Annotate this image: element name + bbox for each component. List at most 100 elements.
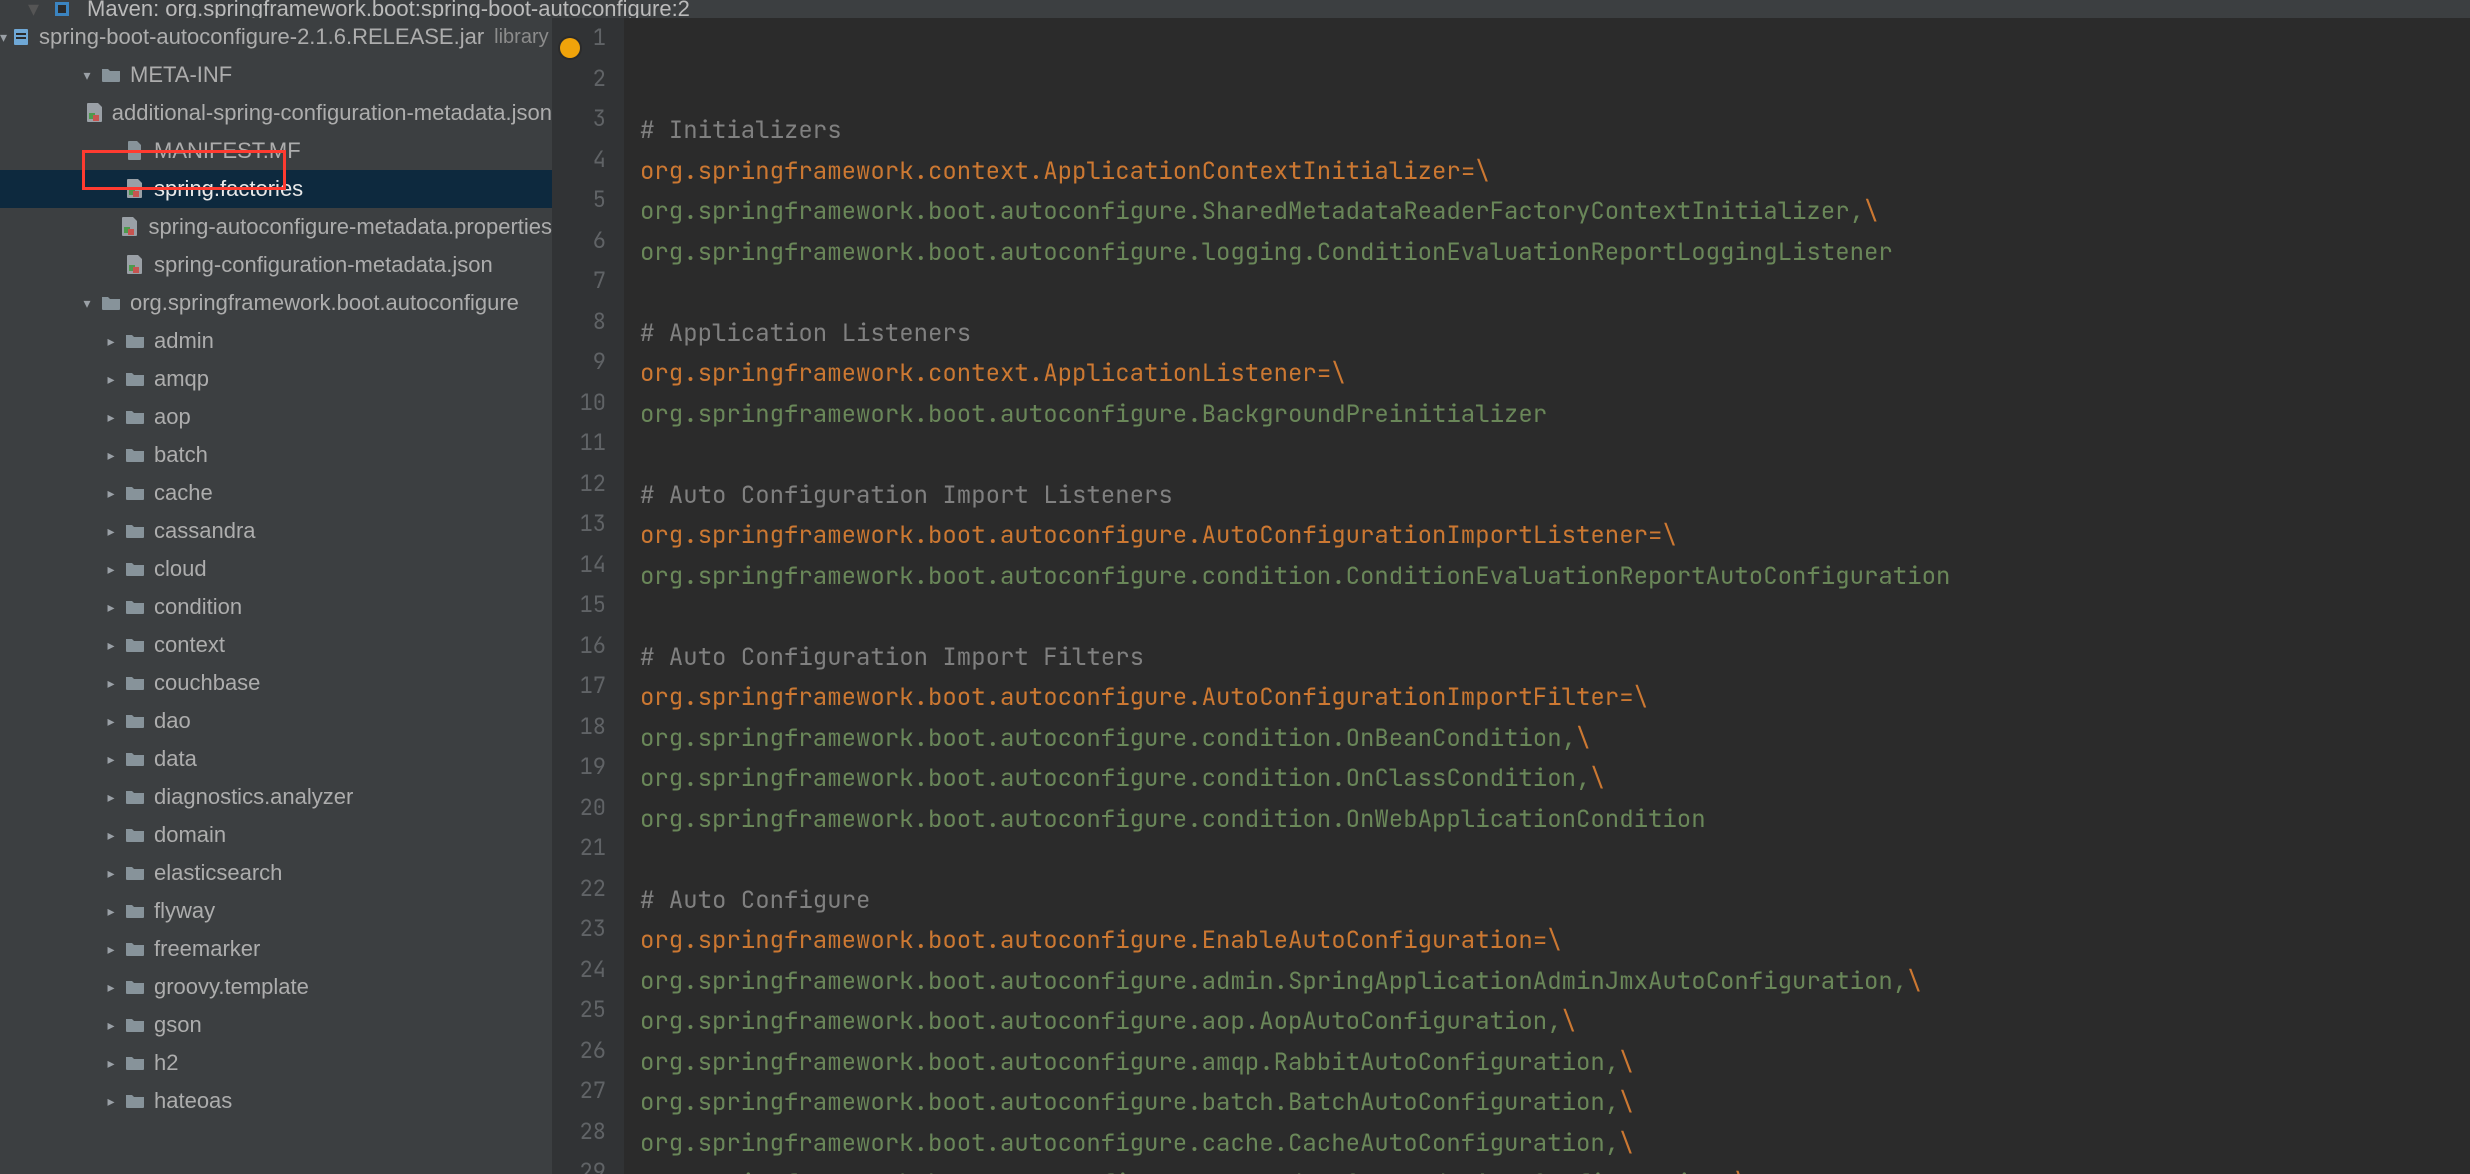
tree-item-hateoas[interactable]: ▸hateoas — [0, 1082, 552, 1120]
code-line[interactable]: org.springframework.boot.autoconfigure.B… — [640, 395, 2470, 436]
line-number: 2 — [552, 59, 624, 100]
code-line[interactable]: # Auto Configuration Import Listeners — [640, 476, 2470, 517]
tree-item-condition[interactable]: ▸condition — [0, 588, 552, 626]
code-line[interactable]: org.springframework.boot.autoconfigure.b… — [640, 1083, 2470, 1124]
tree-item-aop[interactable]: ▸aop — [0, 398, 552, 436]
chevron-right-icon[interactable]: ▸ — [102, 827, 120, 844]
tree-item-additional-spring-configuration-metadata-json[interactable]: additional-spring-configuration-metadata… — [0, 94, 552, 132]
tree-item-org-springframework-boot-autoconfigure[interactable]: ▾org.springframework.boot.autoconfigure — [0, 284, 552, 322]
tree-item-label: cloud — [154, 556, 207, 582]
chevron-right-icon[interactable]: ▸ — [102, 485, 120, 502]
chevron-right-icon[interactable]: ▸ — [102, 1017, 120, 1034]
tree-item-dao[interactable]: ▸dao — [0, 702, 552, 740]
chevron-right-icon[interactable]: ▸ — [102, 637, 120, 654]
code-line[interactable]: org.springframework.boot.autoconfigure.S… — [640, 192, 2470, 233]
code-line[interactable]: org.springframework.boot.autoconfigure.a… — [640, 962, 2470, 1003]
project-tree[interactable]: ▾ spring-boot-autoconfigure-2.1.6.RELEASE… — [0, 18, 552, 1120]
token-cont: \ — [1590, 763, 1604, 794]
code-line[interactable] — [640, 435, 2470, 476]
code-line[interactable] — [640, 273, 2470, 314]
code-line[interactable] — [640, 597, 2470, 638]
chevron-right-icon[interactable]: ▸ — [102, 371, 120, 388]
code-line[interactable]: org.springframework.boot.autoconfigure.c… — [640, 719, 2470, 760]
chevron-right-icon[interactable]: ▸ — [102, 523, 120, 540]
tree-item-flyway[interactable]: ▸flyway — [0, 892, 552, 930]
code-line[interactable]: # Initializers — [640, 111, 2470, 152]
chevron-down-icon[interactable]: ▾ — [0, 29, 7, 46]
tree-item-admin[interactable]: ▸admin — [0, 322, 552, 360]
token-comment: # Auto Configuration Import Filters — [640, 642, 1144, 673]
tree-item-amqp[interactable]: ▸amqp — [0, 360, 552, 398]
chevron-right-icon[interactable]: ▸ — [102, 751, 120, 768]
tree-item-domain[interactable]: ▸domain — [0, 816, 552, 854]
token-cont: \ — [1331, 358, 1345, 389]
code-line[interactable]: # Auto Configuration Import Filters — [640, 638, 2470, 679]
chevron-down-icon[interactable]: ▾ — [78, 67, 96, 84]
chevron-right-icon[interactable]: ▸ — [102, 675, 120, 692]
chevron-right-icon[interactable]: ▸ — [102, 903, 120, 920]
code-line[interactable]: org.springframework.boot.autoconfigure.E… — [640, 921, 2470, 962]
code-line[interactable]: org.springframework.boot.autoconfigure.c… — [640, 800, 2470, 841]
chevron-right-icon[interactable]: ▸ — [102, 561, 120, 578]
token-value: org.springframework.boot.autoconfigure.B… — [640, 399, 1547, 430]
chevron-right-icon[interactable]: ▸ — [102, 1055, 120, 1072]
tree-item-freemarker[interactable]: ▸freemarker — [0, 930, 552, 968]
tree-item-spring-factories[interactable]: spring.factories — [0, 170, 552, 208]
tree-item-meta-inf[interactable]: ▾META-INF — [0, 56, 552, 94]
chevron-right-icon[interactable]: ▸ — [102, 409, 120, 426]
tree-item-spring-autoconfigure-metadata-properties[interactable]: spring-autoconfigure-metadata.properties — [0, 208, 552, 246]
breadcrumb[interactable]: ▾ Maven: org.springframework.boot:spring… — [0, 0, 2470, 18]
tree-item-data[interactable]: ▸data — [0, 740, 552, 778]
tree-item-h2[interactable]: ▸h2 — [0, 1044, 552, 1082]
code-line[interactable]: org.springframework.boot.autoconfigure.l… — [640, 233, 2470, 274]
chevron-right-icon[interactable]: ▸ — [102, 941, 120, 958]
code-line[interactable]: # Application Listeners — [640, 314, 2470, 355]
code-editor[interactable]: 1234567891011121314151617181920212223242… — [552, 18, 2470, 1174]
code-line[interactable]: org.springframework.context.ApplicationC… — [640, 152, 2470, 193]
chevron-right-icon[interactable]: ▸ — [102, 789, 120, 806]
chevron-right-icon[interactable]: ▸ — [102, 979, 120, 996]
chevron-right-icon[interactable]: ▸ — [102, 1093, 120, 1110]
code-line[interactable]: org.springframework.boot.autoconfigure.c… — [640, 1164, 2470, 1174]
tree-item-groovy-template[interactable]: ▸groovy.template — [0, 968, 552, 1006]
line-number: 29 — [552, 1152, 624, 1174]
tree-item-diagnostics-analyzer[interactable]: ▸diagnostics.analyzer — [0, 778, 552, 816]
tree-item-batch[interactable]: ▸batch — [0, 436, 552, 474]
code-line[interactable]: org.springframework.boot.autoconfigure.c… — [640, 1124, 2470, 1165]
token-sep: = — [1619, 682, 1633, 713]
tree-item-label: context — [154, 632, 225, 658]
tree-item-gson[interactable]: ▸gson — [0, 1006, 552, 1044]
code-line[interactable] — [640, 840, 2470, 881]
tree-item-spring-configuration-metadata-json[interactable]: spring-configuration-metadata.json — [0, 246, 552, 284]
code-line[interactable]: org.springframework.boot.autoconfigure.c… — [640, 759, 2470, 800]
chevron-right-icon[interactable]: ▸ — [102, 713, 120, 730]
line-number: 17 — [552, 666, 624, 707]
tree-item-label: cassandra — [154, 518, 256, 544]
tree-item-cloud[interactable]: ▸ cloud — [0, 550, 552, 588]
code-line[interactable]: org.springframework.boot.autoconfigure.a… — [640, 1002, 2470, 1043]
chevron-right-icon[interactable]: ▸ — [102, 865, 120, 882]
chevron-right-icon[interactable]: ▸ — [102, 447, 120, 464]
code-line[interactable]: # Auto Configure — [640, 881, 2470, 922]
token-key: org.springframework.boot.autoconfigure.E… — [640, 925, 1533, 956]
editor-code-area[interactable]: # Initializersorg.springframework.contex… — [624, 18, 2470, 1174]
tree-item-cassandra[interactable]: ▸ cassandra — [0, 512, 552, 550]
code-line[interactable]: org.springframework.boot.autoconfigure.c… — [640, 557, 2470, 598]
tree-item-context[interactable]: ▸ context — [0, 626, 552, 664]
code-line[interactable]: org.springframework.boot.autoconfigure.a… — [640, 1043, 2470, 1084]
file-icon — [124, 140, 146, 162]
tree-item-couchbase[interactable]: ▸couchbase — [0, 664, 552, 702]
code-line[interactable]: org.springframework.boot.autoconfigure.A… — [640, 678, 2470, 719]
tree-item-manifest-mf[interactable]: MANIFEST.MF — [0, 132, 552, 170]
code-line[interactable]: org.springframework.context.ApplicationL… — [640, 354, 2470, 395]
tree-item-elasticsearch[interactable]: ▸elasticsearch — [0, 854, 552, 892]
chevron-right-icon[interactable]: ▸ — [102, 599, 120, 616]
project-tree-panel[interactable]: ▾ spring-boot-autoconfigure-2.1.6.RELEASE… — [0, 18, 552, 1174]
tree-item-label: spring-autoconfigure-metadata.properties — [148, 214, 552, 240]
code-line[interactable]: org.springframework.boot.autoconfigure.A… — [640, 516, 2470, 557]
tree-item-label: spring-boot-autoconfigure-2.1.6.RELEASE.… — [39, 24, 484, 50]
tree-item-cache[interactable]: ▸cache — [0, 474, 552, 512]
tree-item-spring-boot-autoconfigure-2-1-6-release-jar[interactable]: ▾ spring-boot-autoconfigure-2.1.6.RELEASE… — [0, 18, 552, 56]
chevron-down-icon[interactable]: ▾ — [78, 295, 96, 312]
chevron-right-icon[interactable]: ▸ — [102, 333, 120, 350]
